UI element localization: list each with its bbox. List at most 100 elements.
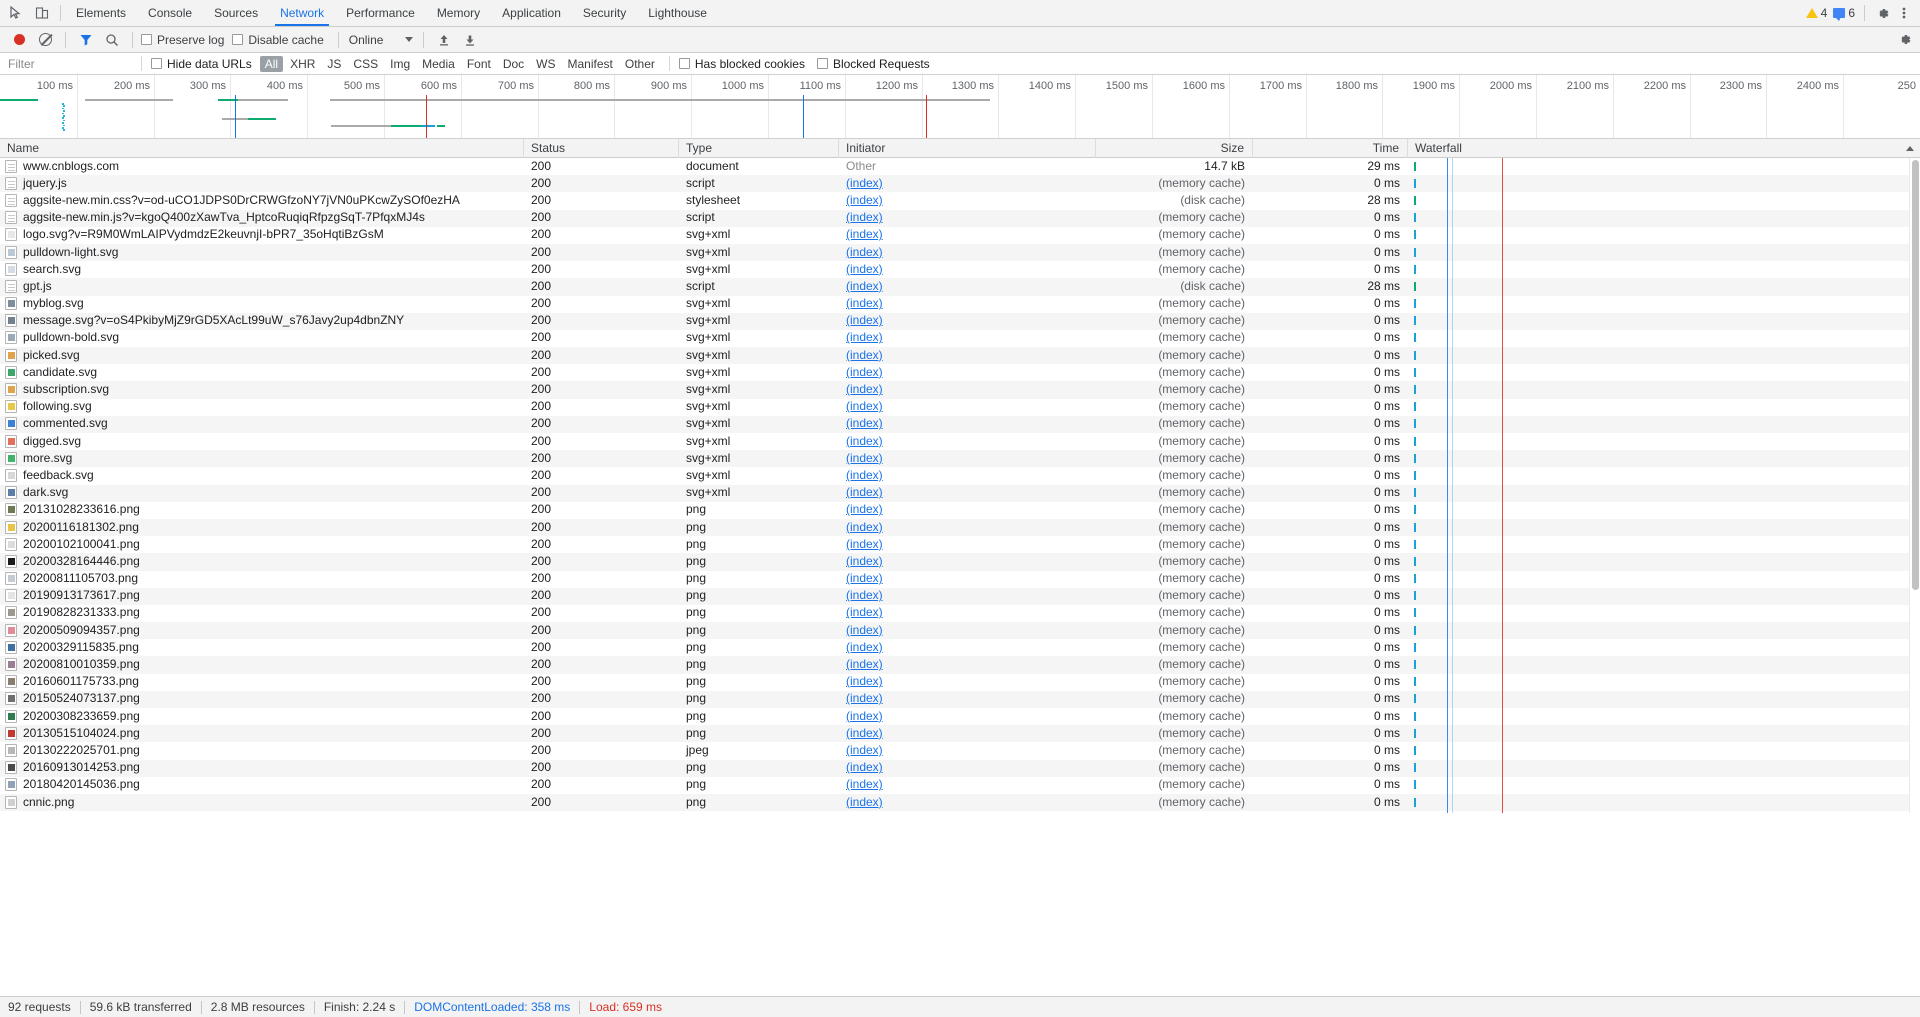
table-row[interactable]: pulldown-light.svg 200 svg+xml (index) (memo…: [0, 243, 1920, 262]
filter-type-css[interactable]: CSS: [348, 56, 383, 72]
initiator-link[interactable]: (index): [846, 605, 883, 619]
table-row[interactable]: pulldown-bold.svg 200 svg+xml (index) (memor…: [0, 330, 1920, 347]
more-options-icon[interactable]: [1896, 5, 1912, 21]
table-row[interactable]: jquery.js 200 script (index) (memory cache) 0…: [0, 175, 1920, 193]
requests-table-body[interactable]: www.cnblogs.com 200 document Other 14.7 kB 29…: [0, 158, 1920, 813]
network-overview-timeline[interactable]: 100 ms 200 ms 300 ms 400 ms 500 ms 600 ms 700 …: [0, 75, 1920, 139]
filter-type-all[interactable]: All: [259, 55, 284, 72]
initiator-link[interactable]: (index): [846, 520, 883, 534]
tab-sources[interactable]: Sources: [203, 0, 269, 26]
search-button[interactable]: [100, 29, 124, 51]
inspect-element-icon[interactable]: [8, 5, 24, 21]
initiator-link[interactable]: (index): [846, 451, 883, 465]
table-row[interactable]: 20200810010359.png 200 png (index) (memory c…: [0, 656, 1920, 674]
initiator-link[interactable]: (index): [846, 468, 883, 482]
initiator-link[interactable]: (index): [846, 726, 883, 740]
clear-button[interactable]: [33, 29, 57, 51]
initiator-link[interactable]: (index): [846, 777, 883, 791]
initiator-link[interactable]: (index): [846, 537, 883, 551]
network-settings-gear-icon[interactable]: [1896, 32, 1912, 48]
filter-toggle-button[interactable]: [74, 29, 98, 51]
initiator-link[interactable]: (index): [846, 743, 883, 757]
message-counter[interactable]: 6: [1833, 6, 1855, 21]
tab-console[interactable]: Console: [137, 0, 203, 26]
initiator-link[interactable]: (index): [846, 279, 883, 293]
table-row[interactable]: 20200328164446.png 200 png (index) (memory c…: [0, 553, 1920, 571]
table-row[interactable]: dark.svg 200 svg+xml (index) (memory cache) 0…: [0, 484, 1920, 502]
gear-icon[interactable]: [1874, 5, 1890, 21]
has-blocked-cookies-checkbox[interactable]: Has blocked cookies: [678, 57, 805, 71]
export-har-button[interactable]: [458, 29, 482, 51]
initiator-link[interactable]: (index): [846, 485, 883, 499]
tab-network[interactable]: Network: [269, 0, 335, 26]
table-row[interactable]: search.svg 200 svg+xml (index) (memory cache…: [0, 261, 1920, 278]
column-header-name[interactable]: Name: [0, 138, 524, 158]
column-header-size[interactable]: Size: [1096, 138, 1253, 158]
initiator-link[interactable]: (index): [846, 502, 883, 516]
initiator-link[interactable]: (index): [846, 640, 883, 654]
initiator-link[interactable]: (index): [846, 709, 883, 723]
device-toolbar-icon[interactable]: [34, 5, 50, 21]
initiator-link[interactable]: (index): [846, 193, 883, 207]
table-row[interactable]: 20200308233659.png 200 png (index) (memory c…: [0, 708, 1920, 725]
table-row[interactable]: gpt.js 200 script (index) (disk cache) 28 ms: [0, 278, 1920, 296]
initiator-link[interactable]: (index): [846, 227, 883, 241]
table-row[interactable]: www.cnblogs.com 200 document Other 14.7 kB 29…: [0, 158, 1920, 175]
column-header-waterfall[interactable]: Waterfall: [1408, 139, 1920, 158]
initiator-link[interactable]: (index): [846, 588, 883, 602]
record-button[interactable]: [7, 29, 31, 51]
table-row[interactable]: 20200509094357.png 200 png (index) (memory c…: [0, 622, 1920, 640]
column-header-time[interactable]: Time: [1253, 138, 1408, 158]
column-header-initiator[interactable]: Initiator: [839, 138, 1096, 158]
initiator-link[interactable]: (index): [846, 296, 883, 310]
import-har-button[interactable]: [432, 29, 456, 51]
table-row[interactable]: 20180420145036.png 200 png (index) (memory c…: [0, 777, 1920, 794]
initiator-link[interactable]: (index): [846, 313, 883, 327]
preserve-log-checkbox[interactable]: Preserve log: [141, 33, 224, 47]
table-row[interactable]: picked.svg 200 svg+xml (index) (memory cache…: [0, 347, 1920, 365]
tab-performance[interactable]: Performance: [335, 0, 426, 26]
table-row[interactable]: commented.svg 200 svg+xml (index) (memory ca…: [0, 415, 1920, 433]
table-row[interactable]: candidate.svg 200 svg+xml (index) (memory ca…: [0, 364, 1920, 381]
table-row[interactable]: feedback.svg 200 svg+xml (index) (memory cac…: [0, 467, 1920, 484]
table-row[interactable]: 20200116181302.png 200 png (index) (memory c…: [0, 518, 1920, 537]
filter-type-manifest[interactable]: Manifest: [563, 56, 618, 72]
table-row[interactable]: 20160913014253.png 200 png (index) (memory c…: [0, 759, 1920, 777]
initiator-link[interactable]: (index): [846, 674, 883, 688]
initiator-link[interactable]: (index): [846, 348, 883, 362]
initiator-link[interactable]: (index): [846, 571, 883, 585]
filter-input[interactable]: [6, 55, 132, 72]
filter-type-media[interactable]: Media: [417, 56, 460, 72]
initiator-link[interactable]: (index): [846, 795, 883, 809]
column-header-status[interactable]: Status: [524, 138, 679, 158]
filter-type-doc[interactable]: Doc: [498, 56, 529, 72]
table-row[interactable]: 20131028233616.png 200 png (index) (memory c…: [0, 502, 1920, 519]
table-row[interactable]: cnnic.png 200 png (index) (memory cache) 0 ms: [0, 793, 1920, 812]
scrollbar-thumb[interactable]: [1912, 160, 1919, 590]
filter-type-other[interactable]: Other: [620, 56, 660, 72]
vertical-scrollbar[interactable]: [1909, 158, 1920, 813]
warning-counter[interactable]: 4: [1805, 6, 1827, 20]
initiator-link[interactable]: (index): [846, 416, 883, 430]
disable-cache-checkbox[interactable]: Disable cache: [232, 33, 324, 47]
table-row[interactable]: aggsite-new.min.js?v=kgoQ400zXawTva_Hptc…: [0, 209, 1920, 227]
table-row[interactable]: 20150524073137.png 200 png (index) (memory c…: [0, 690, 1920, 708]
blocked-requests-checkbox[interactable]: Blocked Requests: [816, 57, 930, 71]
table-row[interactable]: 20160601175733.png 200 png (index) (memory c…: [0, 674, 1920, 691]
table-row[interactable]: 20200329115835.png 200 png (index) (memory c…: [0, 639, 1920, 656]
initiator-link[interactable]: (index): [846, 382, 883, 396]
filter-type-js[interactable]: JS: [322, 56, 346, 72]
table-row[interactable]: 20190913173617.png 200 png (index) (memory c…: [0, 587, 1920, 605]
throttling-dropdown[interactable]: Online: [347, 33, 416, 47]
table-row[interactable]: aggsite-new.min.css?v=od-uCO1JDPS0DrCRWG…: [0, 192, 1920, 209]
filter-type-font[interactable]: Font: [462, 56, 496, 72]
initiator-link[interactable]: (index): [846, 330, 883, 344]
initiator-link[interactable]: (index): [846, 210, 883, 224]
table-row[interactable]: 20200102100041.png 200 png (index) (memory c…: [0, 536, 1920, 553]
initiator-link[interactable]: (index): [846, 399, 883, 413]
initiator-link[interactable]: (index): [846, 262, 883, 276]
table-row[interactable]: message.svg?v=oS4PkibyMjZ9rGD5XAcLt99uW_…: [0, 312, 1920, 330]
table-row[interactable]: more.svg 200 svg+xml (index) (memory cache) 0…: [0, 450, 1920, 468]
table-row[interactable]: myblog.svg 200 svg+xml (index) (memory cache…: [0, 296, 1920, 313]
initiator-link[interactable]: (index): [846, 554, 883, 568]
